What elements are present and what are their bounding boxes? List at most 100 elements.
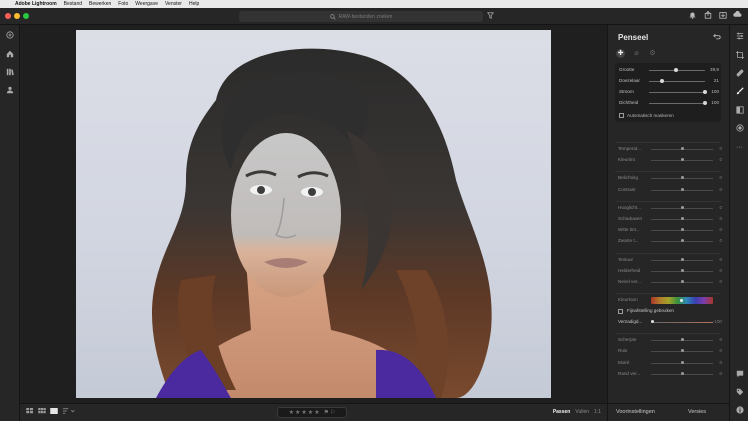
automask-checkbox[interactable] bbox=[619, 113, 624, 118]
menu-foto[interactable]: Foto bbox=[118, 1, 128, 7]
more-options-icon[interactable]: ··· bbox=[734, 142, 745, 153]
detail-view-icon[interactable] bbox=[50, 408, 58, 416]
star-icon[interactable]: ★ bbox=[308, 409, 313, 416]
slider-knob[interactable] bbox=[681, 360, 684, 364]
crop-icon[interactable] bbox=[734, 51, 745, 62]
saturation-slider[interactable]: Verzadigd... -100 bbox=[618, 319, 722, 327]
adjust-slider[interactable]: Textuur 0 bbox=[618, 257, 722, 265]
fine-adjust-toggle[interactable]: Fijnafstelling gebruiken bbox=[618, 308, 722, 316]
square-grid-icon[interactable] bbox=[38, 408, 46, 416]
slider-value[interactable]: 0 bbox=[719, 348, 722, 353]
edit-sliders-icon[interactable] bbox=[734, 32, 745, 43]
slider-value[interactable]: 100 bbox=[711, 100, 719, 105]
slider-knob[interactable] bbox=[681, 147, 684, 150]
slider-value[interactable]: 0 bbox=[719, 257, 722, 262]
menu-weergave[interactable]: Weergave bbox=[135, 1, 158, 7]
menu-help[interactable]: Help bbox=[189, 1, 199, 7]
flag-pick-icon[interactable]: ⚑ bbox=[324, 409, 329, 416]
cloud-icon[interactable] bbox=[733, 10, 742, 22]
slider-value[interactable]: 0 bbox=[719, 205, 722, 210]
slider-knob[interactable] bbox=[681, 187, 684, 191]
slider-knob[interactable] bbox=[659, 79, 664, 83]
brush-slider-dichtheid[interactable]: Dichtheid 100 bbox=[619, 100, 719, 108]
linear-gradient-icon[interactable] bbox=[734, 106, 745, 117]
slider-track[interactable] bbox=[649, 103, 705, 104]
slider-value[interactable]: -100 bbox=[713, 319, 722, 324]
keywords-icon[interactable] bbox=[734, 388, 745, 399]
fine-adjust-checkbox[interactable] bbox=[618, 309, 623, 315]
slider-knob[interactable] bbox=[703, 101, 707, 105]
slider-knob[interactable] bbox=[703, 90, 707, 94]
slider-knob[interactable] bbox=[681, 257, 684, 261]
slider-value[interactable]: 0 bbox=[719, 216, 722, 221]
share-icon[interactable] bbox=[703, 10, 712, 22]
slider-knob[interactable] bbox=[673, 68, 678, 72]
brush-settings-icon[interactable]: ⚙ bbox=[648, 49, 657, 58]
automask-toggle[interactable]: Automatisch maskeren bbox=[619, 113, 674, 118]
brush-erase-icon[interactable]: ⌀ bbox=[632, 49, 641, 58]
adjust-slider[interactable]: Belichting 0 bbox=[618, 175, 722, 183]
reset-icon[interactable] bbox=[713, 33, 721, 42]
people-icon[interactable] bbox=[3, 86, 16, 97]
brush-slider-doezelaar[interactable]: Doezelaar 21 bbox=[619, 78, 719, 86]
add-photos-icon[interactable] bbox=[3, 31, 16, 42]
adjust-slider[interactable]: Scherpte 0 bbox=[618, 337, 722, 345]
brush-slider-grootte[interactable]: Grootte 39,9 bbox=[619, 67, 719, 75]
star-icon[interactable]: ★ bbox=[301, 409, 306, 416]
brush-slider-stroom[interactable]: Stroom 100 bbox=[619, 89, 719, 97]
slider-knob[interactable] bbox=[681, 268, 684, 272]
adjust-slider[interactable]: Ruis 0 bbox=[618, 348, 722, 356]
hue-slider[interactable]: Kleurtoon bbox=[618, 297, 722, 305]
adjust-slider[interactable]: Schaduwen 0 bbox=[618, 216, 722, 224]
bell-icon[interactable] bbox=[688, 11, 697, 22]
menu-bewerken[interactable]: Bewerken bbox=[89, 1, 111, 7]
slider-value[interactable]: 0 bbox=[719, 227, 722, 232]
menu-venster[interactable]: Venster bbox=[165, 1, 182, 7]
menu-app-name[interactable]: Adobe Lightroom bbox=[15, 1, 57, 7]
adjust-slider[interactable]: Contrast 0 bbox=[618, 187, 722, 195]
adjust-slider[interactable]: Nevel ver... 0 bbox=[618, 279, 722, 287]
photo-preview[interactable] bbox=[76, 30, 551, 398]
adjust-slider[interactable]: Zwarte t... 0 bbox=[618, 238, 722, 246]
slider-value[interactable]: 0 bbox=[719, 268, 722, 273]
sort-icon[interactable] bbox=[62, 408, 76, 416]
slider-value[interactable]: 0 bbox=[719, 187, 722, 192]
slider-value[interactable]: 0 bbox=[719, 279, 722, 284]
slider-knob[interactable] bbox=[681, 205, 684, 209]
zoom-window-button[interactable] bbox=[23, 13, 29, 19]
star-icon[interactable]: ★ bbox=[295, 409, 300, 416]
versions-tab[interactable]: Versies bbox=[688, 409, 706, 415]
photo-canvas[interactable] bbox=[20, 25, 607, 403]
search-field[interactable]: RAW-bestanden zoeken bbox=[239, 11, 483, 22]
brush-add-icon[interactable]: ✚ bbox=[616, 49, 625, 58]
slider-value[interactable]: 0 bbox=[719, 360, 722, 365]
slider-track[interactable] bbox=[649, 81, 705, 82]
minimize-window-button[interactable] bbox=[14, 13, 20, 19]
slider-value[interactable]: 39,9 bbox=[710, 67, 719, 72]
info-icon[interactable] bbox=[734, 406, 745, 417]
library-icon[interactable] bbox=[3, 68, 16, 79]
brush-icon[interactable] bbox=[734, 87, 745, 98]
grid-view-icon[interactable] bbox=[26, 408, 34, 416]
zoom-1to1-button[interactable]: 1:1 bbox=[594, 409, 601, 415]
home-icon[interactable] bbox=[3, 50, 16, 61]
star-icon[interactable]: ★ bbox=[289, 409, 294, 416]
adjust-slider[interactable]: Witte tint... 0 bbox=[618, 227, 722, 235]
import-icon[interactable] bbox=[718, 11, 727, 22]
adjust-slider[interactable]: Moiré 0 bbox=[618, 360, 722, 368]
adjust-slider[interactable]: Temperat... 0 bbox=[618, 146, 722, 154]
star-icon[interactable]: ★ bbox=[314, 409, 319, 416]
slider-knob[interactable] bbox=[681, 280, 684, 283]
presets-tab[interactable]: Voorinstellingen bbox=[616, 409, 655, 415]
zoom-fill-button[interactable]: Vullen bbox=[575, 409, 589, 415]
slider-value[interactable]: 0 bbox=[719, 371, 722, 376]
close-window-button[interactable] bbox=[5, 13, 11, 19]
slider-value[interactable]: 0 bbox=[719, 238, 722, 243]
slider-value[interactable]: 0 bbox=[719, 175, 722, 180]
healing-icon[interactable] bbox=[734, 69, 745, 80]
slider-value[interactable]: 100 bbox=[711, 89, 719, 94]
slider-track[interactable] bbox=[649, 92, 705, 93]
slider-value[interactable]: 0 bbox=[719, 146, 722, 151]
flag-reject-icon[interactable]: ⚐ bbox=[330, 409, 335, 416]
comments-icon[interactable] bbox=[734, 370, 745, 381]
